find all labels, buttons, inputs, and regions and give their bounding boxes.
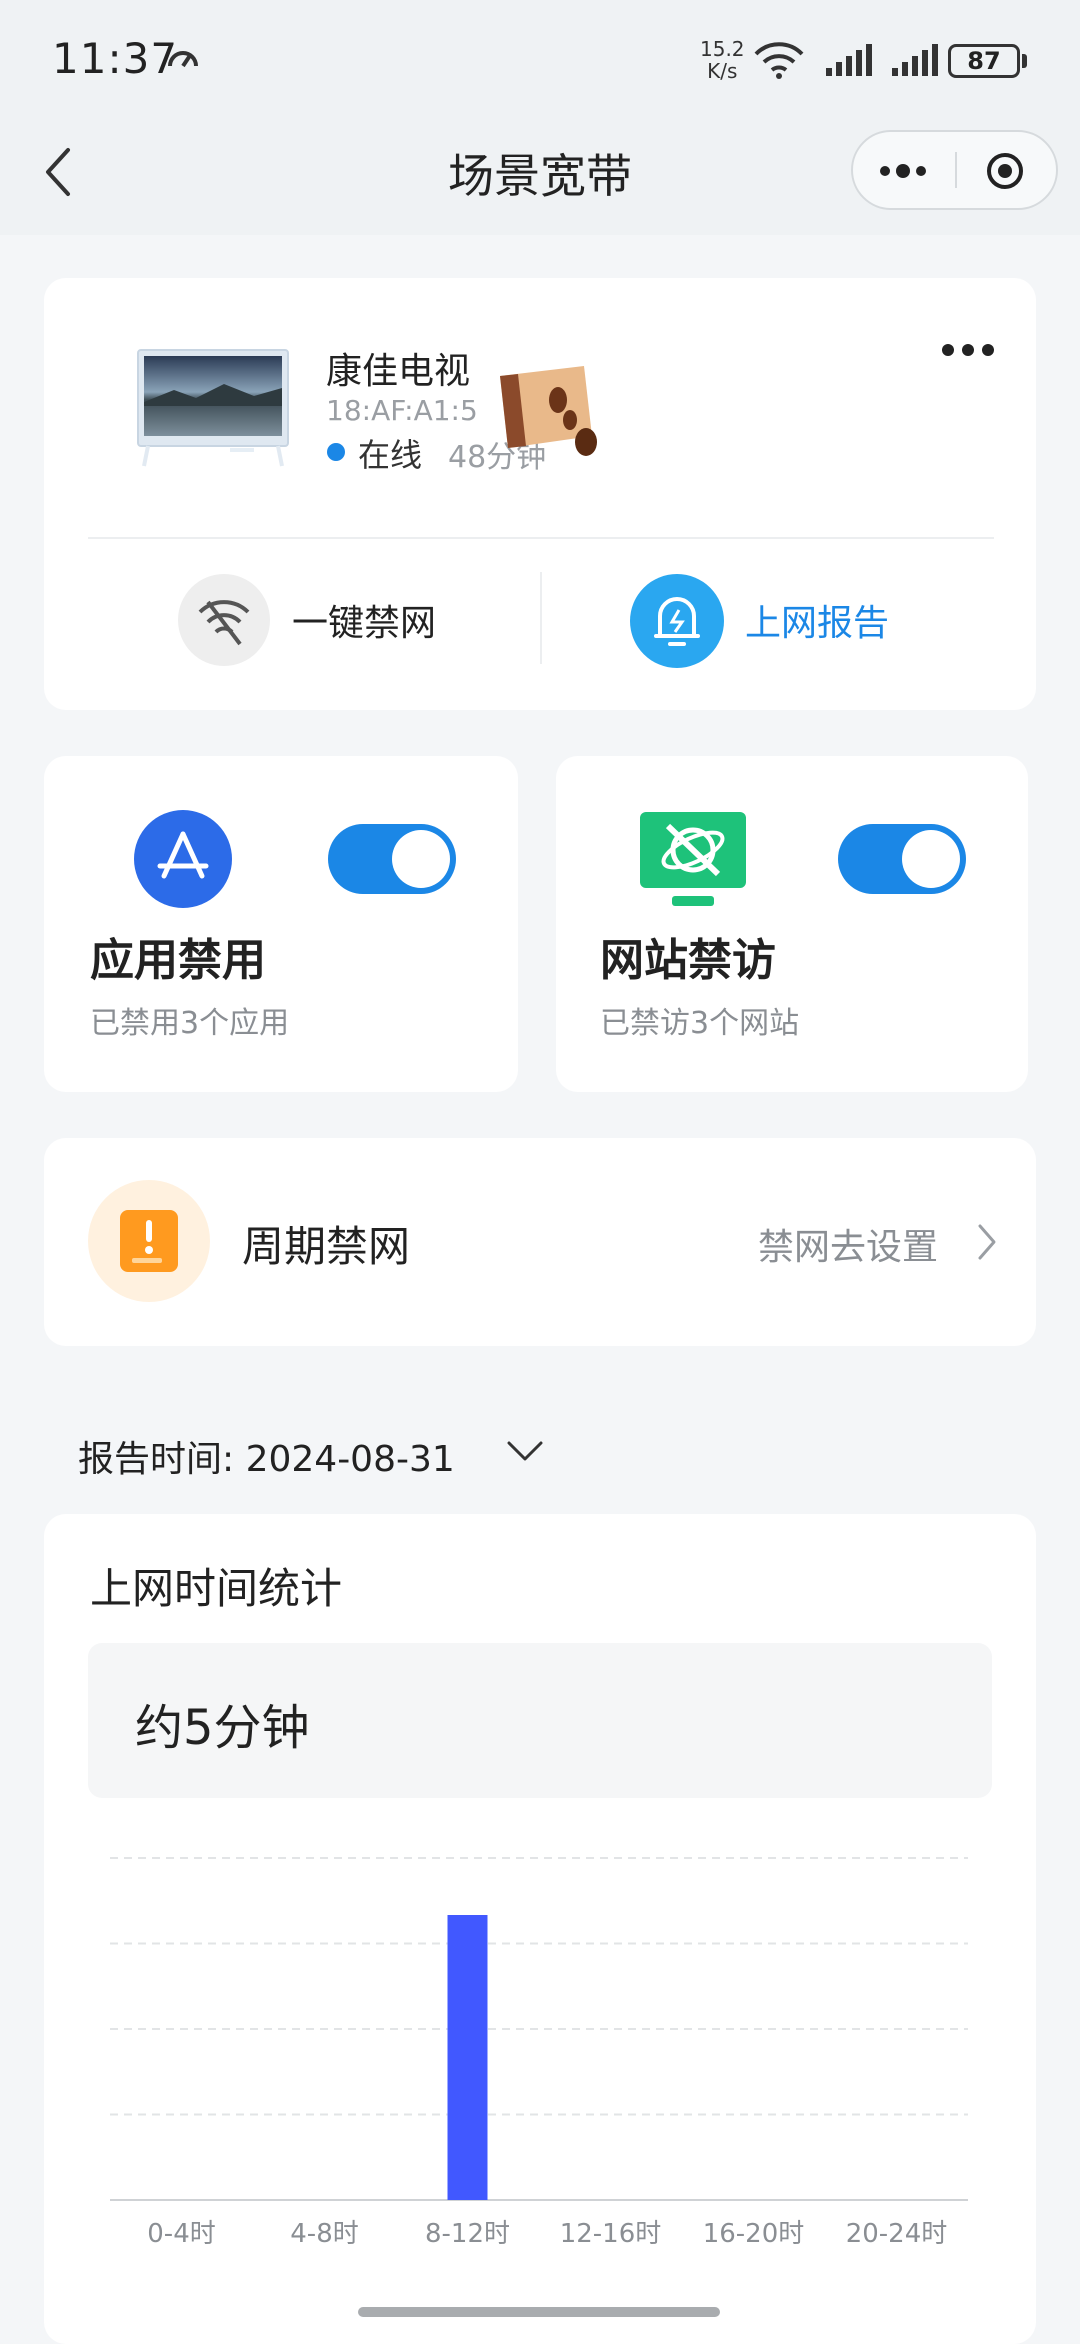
x-tick-label: 8-12时 bbox=[425, 2219, 510, 2249]
home-indicator[interactable] bbox=[358, 2307, 720, 2317]
bar-2 bbox=[447, 1915, 488, 2200]
x-tick-label: 16-20时 bbox=[703, 2219, 805, 2249]
x-tick-label: 0-4时 bbox=[147, 2219, 215, 2249]
x-tick-label: 12-16时 bbox=[560, 2219, 662, 2249]
usage-chart: 0-4时 4-8时 8-12时 12-16时 16-20时 20-24时 bbox=[110, 1857, 968, 2249]
x-tick-label: 4-8时 bbox=[290, 2219, 358, 2249]
x-tick-label: 20-24时 bbox=[846, 2219, 948, 2249]
